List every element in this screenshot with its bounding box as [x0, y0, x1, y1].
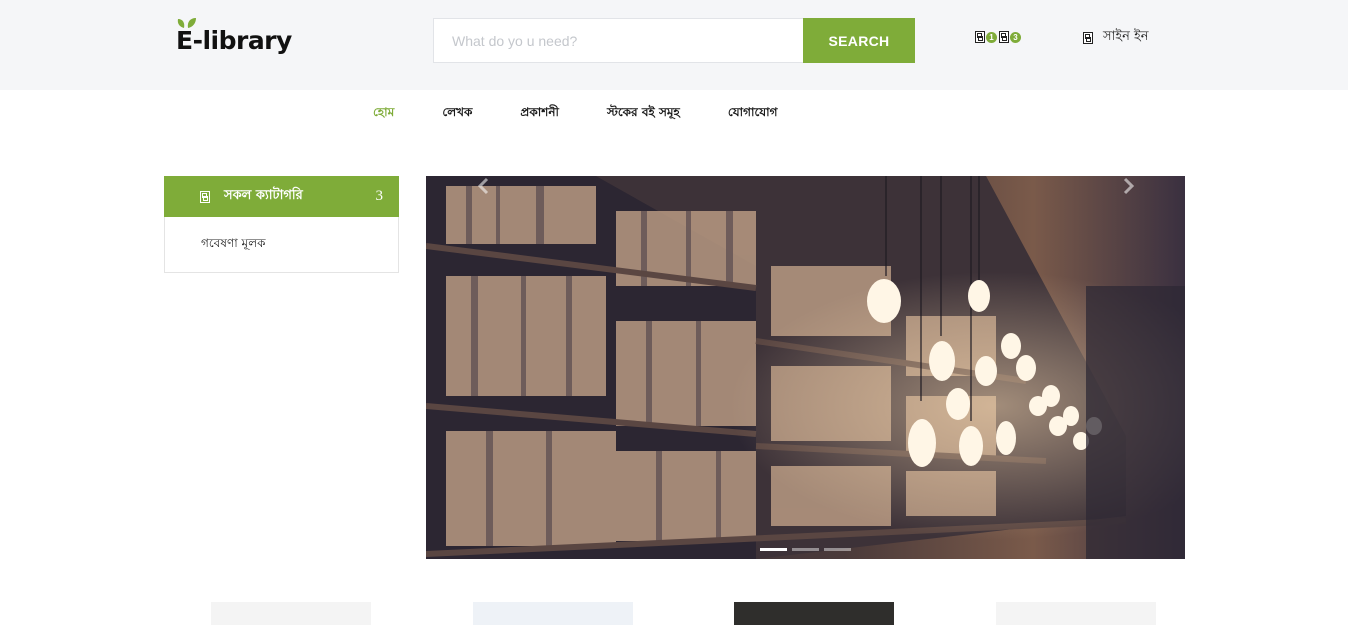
user-icon — [1083, 31, 1093, 44]
library-shelves-image — [426, 176, 1185, 559]
slider-indicators — [760, 548, 851, 551]
nav-item-stock-books[interactable]: স্টকের বই সমূহ — [607, 104, 680, 124]
book-card[interactable] — [734, 602, 894, 625]
top-header: E-library SEARCH 1 3 সাইন ইন — [0, 0, 1348, 90]
category-item-research[interactable]: গবেষণা মূলক — [201, 235, 398, 255]
category-count: 3 — [375, 188, 384, 204]
logo-text: E-library — [176, 26, 292, 55]
hero-slider — [426, 176, 1185, 559]
slider-indicator[interactable] — [760, 548, 787, 551]
category-header[interactable]: সকল ক্যাটাগরি 3 — [164, 176, 399, 217]
book-card[interactable] — [473, 602, 633, 625]
heart-icon[interactable] — [975, 31, 985, 43]
category-sidebar: সকল ক্যাটাগরি 3 গবেষণা মূলক — [164, 176, 399, 273]
signin-link[interactable]: সাইন ইন — [1083, 27, 1149, 48]
slider-next-arrow-icon[interactable] — [1118, 176, 1138, 196]
search-bar: SEARCH — [433, 18, 915, 63]
nav-item-authors[interactable]: লেখক — [442, 104, 472, 124]
category-header-label: সকল ক্যাটাগরি — [224, 188, 303, 203]
nav-item-publishers[interactable]: প্রকাশনী — [520, 104, 559, 124]
slider-prev-arrow-icon[interactable] — [474, 176, 494, 196]
search-button[interactable]: SEARCH — [803, 18, 915, 63]
signin-label: সাইন ইন — [1103, 29, 1149, 44]
slider-indicator[interactable] — [824, 548, 851, 551]
search-input[interactable] — [433, 18, 804, 63]
cart-icon[interactable] — [999, 31, 1009, 43]
nav-item-contact[interactable]: যোগাযোগ — [728, 104, 778, 124]
menu-icon — [200, 190, 210, 203]
cart-area: 1 3 — [975, 29, 1023, 45]
category-list: গবেষণা মূলক — [164, 217, 399, 273]
book-card[interactable] — [996, 602, 1156, 625]
cart-count-badge: 3 — [1010, 31, 1021, 43]
logo[interactable]: E-library — [176, 18, 296, 62]
book-card[interactable] — [211, 602, 371, 625]
nav-item-home[interactable]: হোম — [373, 104, 394, 124]
slider-indicator[interactable] — [792, 548, 819, 551]
wishlist-count-badge: 1 — [986, 31, 997, 43]
main-nav: হোম লেখক প্রকাশনী স্টকের বই সমূহ যোগাযোগ — [373, 104, 826, 124]
